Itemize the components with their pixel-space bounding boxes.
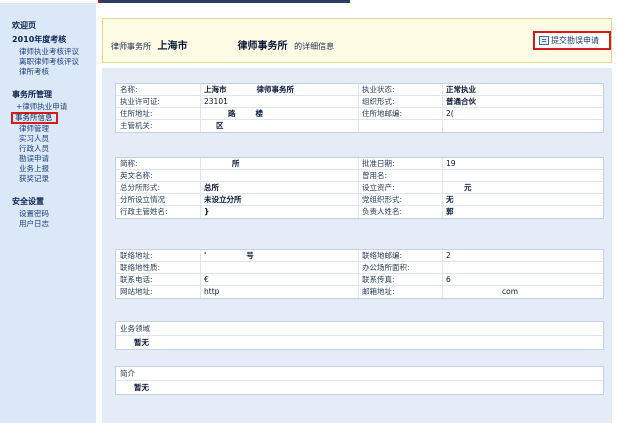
- value-fax: 6: [446, 275, 451, 284]
- value-practice-status: 正常执业: [446, 85, 476, 94]
- label-authority: 主管机关:: [120, 121, 153, 130]
- intro-value: 暂无: [134, 383, 149, 392]
- value-org-form: 普通合伙: [446, 97, 476, 106]
- table-row: 总分所形式: 总所 设立资产: 元: [116, 182, 603, 194]
- sidebar-item-correction-request[interactable]: 勘误申请: [12, 154, 96, 164]
- sidebar-item-set-password[interactable]: 设置密码: [12, 209, 96, 219]
- label-practice-status: 执业状态:: [362, 85, 395, 94]
- label-name: 名称:: [120, 85, 138, 94]
- main-content: 律师事务所 上海市 律师事务所 的详细信息 提交勘误申请 名称: 上海市 律师事务所…: [97, 3, 617, 423]
- value-phone: €: [204, 275, 209, 284]
- value-branch-form: 总所: [204, 183, 219, 192]
- value-contact-address: ' 号: [204, 251, 254, 261]
- label-contact-type: 联络地性质:: [120, 263, 161, 272]
- table-row: 名称: 上海市 律师事务所 执业状态: 正常执业: [116, 84, 603, 96]
- label-party-org: 党组织形式:: [362, 195, 403, 204]
- sidebar-heading-firm-management: 事务所管理: [12, 90, 52, 99]
- submit-correction-button[interactable]: 提交勘误申请: [533, 31, 611, 50]
- title-suffix: 的详细信息: [294, 42, 335, 51]
- edit-form-icon: [539, 36, 549, 45]
- value-principal: 郭: [446, 207, 454, 216]
- sidebar-item-user-log[interactable]: 用户日志: [12, 219, 96, 229]
- sidebar-item-awards[interactable]: 获奖记录: [12, 174, 96, 184]
- table-row: 英文名称: 曾用名:: [116, 170, 603, 182]
- value-website[interactable]: http: [204, 286, 219, 298]
- sidebar-item-firm-assessment[interactable]: 律所考核: [12, 67, 96, 77]
- label-capital: 设立资产:: [362, 183, 395, 192]
- sidebar-heading-security: 安全设置: [12, 197, 44, 206]
- value-branch-status: 未设立分所: [204, 195, 242, 204]
- table-row: 网站地址: http 邮箱地址: com: [116, 286, 603, 298]
- table-row: 联络地址: ' 号 联络地邮编: 2: [116, 250, 603, 262]
- value-admin-head: }: [204, 207, 210, 216]
- table-row: 联络地性质: 办公场所面积:: [116, 262, 603, 274]
- page-title: 律师事务所 上海市 律师事务所 的详细信息: [111, 37, 334, 52]
- label-contact-address: 联络地址:: [120, 251, 153, 260]
- label-org-form: 组织形式:: [362, 97, 395, 106]
- title-prefix: 律师事务所: [111, 42, 151, 51]
- label-license: 执业许可证:: [120, 97, 161, 106]
- sidebar-item-lawyer-management[interactable]: 律师管理: [12, 124, 96, 134]
- table-row: 执业许可证: 23101 组织形式: 普通合伙: [116, 96, 603, 108]
- value-license: 23101: [204, 97, 228, 106]
- business-area-title: 业务领域: [116, 322, 603, 336]
- sidebar-item-firm-info[interactable]: 事务所信息: [11, 112, 58, 124]
- sidebar-item-business-report[interactable]: 业务上报: [12, 164, 96, 174]
- sidebar-welcome[interactable]: 欢迎页: [12, 19, 96, 33]
- value-address: 路楼: [204, 108, 263, 120]
- value-party-org: 无: [446, 195, 454, 204]
- title-firm: 律师事务所: [237, 41, 288, 52]
- label-office-area: 办公场所面积:: [362, 263, 410, 272]
- sidebar-item-admin-staff[interactable]: 行政人员: [12, 144, 96, 154]
- value-email[interactable]: com: [446, 286, 518, 298]
- label-english-name: 英文名称:: [120, 171, 153, 180]
- table-row: 分所设立情况 未设立分所 党组织形式: 无: [116, 194, 603, 206]
- label-website: 网站地址:: [120, 287, 153, 296]
- sidebar-item-interns[interactable]: 实习人员: [12, 134, 96, 144]
- sidebar-item-resigned-assessment[interactable]: 离职律师考核评议: [12, 57, 96, 67]
- intro-title: 简介: [116, 367, 603, 381]
- value-short-name: 所: [204, 158, 240, 170]
- label-address: 住所地址:: [120, 109, 153, 118]
- basic-info-table: 名称: 上海市 律师事务所 执业状态: 正常执业 执业许可证: 23101 组织形…: [115, 83, 604, 133]
- value-contact-zip: 2: [446, 251, 451, 260]
- table-row: 住所地址: 路楼 住所地邮编: 2(: [116, 108, 603, 120]
- value-capital: 元: [446, 182, 472, 194]
- contact-info-table: 联络地址: ' 号 联络地邮编: 2 联络地性质: 办公场所面积: 联系电话: €…: [115, 249, 604, 299]
- value-name: 上海市 律师事务所: [204, 85, 294, 95]
- sidebar-item-lawyer-assessment[interactable]: 律师执业考核评议: [12, 47, 96, 57]
- sidebar: 欢迎页 2010年度考核 律师执业考核评议 离职律师考核评议 律所考核 事务所管…: [0, 3, 96, 423]
- table-row: 联系电话: € 联系传真: 6: [116, 274, 603, 286]
- label-contact-zip: 联络地邮编:: [362, 251, 403, 260]
- value-address-zip: 2(: [446, 109, 454, 118]
- label-address-zip: 住所地邮编:: [362, 109, 403, 118]
- business-area-value: 暂无: [134, 338, 149, 347]
- table-row: 行政主管姓名: } 负责人姓名: 郭: [116, 206, 603, 218]
- label-admin-head: 行政主管姓名:: [120, 207, 168, 216]
- info-panel: 名称: 上海市 律师事务所 执业状态: 正常执业 执业许可证: 23101 组织形…: [102, 68, 612, 423]
- title-city: 上海市: [157, 41, 188, 52]
- value-approval-date: 19: [446, 159, 456, 168]
- label-approval-date: 批准日期:: [362, 159, 395, 168]
- submit-correction-label: 提交勘误申请: [551, 36, 599, 45]
- label-principal: 负责人姓名:: [362, 207, 403, 216]
- business-area-box: 业务领域 暂无: [115, 321, 604, 350]
- label-email: 邮箱地址:: [362, 287, 395, 296]
- intro-box: 简介 暂无: [115, 366, 604, 395]
- detail-info-table: 简称: 所 批准日期: 19 英文名称: 曾用名: 总分所形式: 总所 设立资产…: [115, 157, 604, 219]
- sidebar-item-practice-application[interactable]: +律师执业申请: [12, 102, 96, 112]
- value-authority: 区: [204, 120, 224, 132]
- label-branch-form: 总分所形式:: [120, 183, 161, 192]
- sidebar-heading-assessment: 2010年度考核: [12, 35, 67, 44]
- label-short-name: 简称:: [120, 159, 138, 168]
- detail-header: 律师事务所 上海市 律师事务所 的详细信息 提交勘误申请: [102, 18, 612, 63]
- label-branch-status: 分所设立情况: [120, 195, 165, 204]
- table-row: 简称: 所 批准日期: 19: [116, 158, 603, 170]
- label-former-name: 曾用名:: [362, 171, 388, 180]
- label-fax: 联系传真:: [362, 275, 395, 284]
- label-phone: 联系电话:: [120, 275, 153, 284]
- table-row: 主管机关: 区: [116, 120, 603, 132]
